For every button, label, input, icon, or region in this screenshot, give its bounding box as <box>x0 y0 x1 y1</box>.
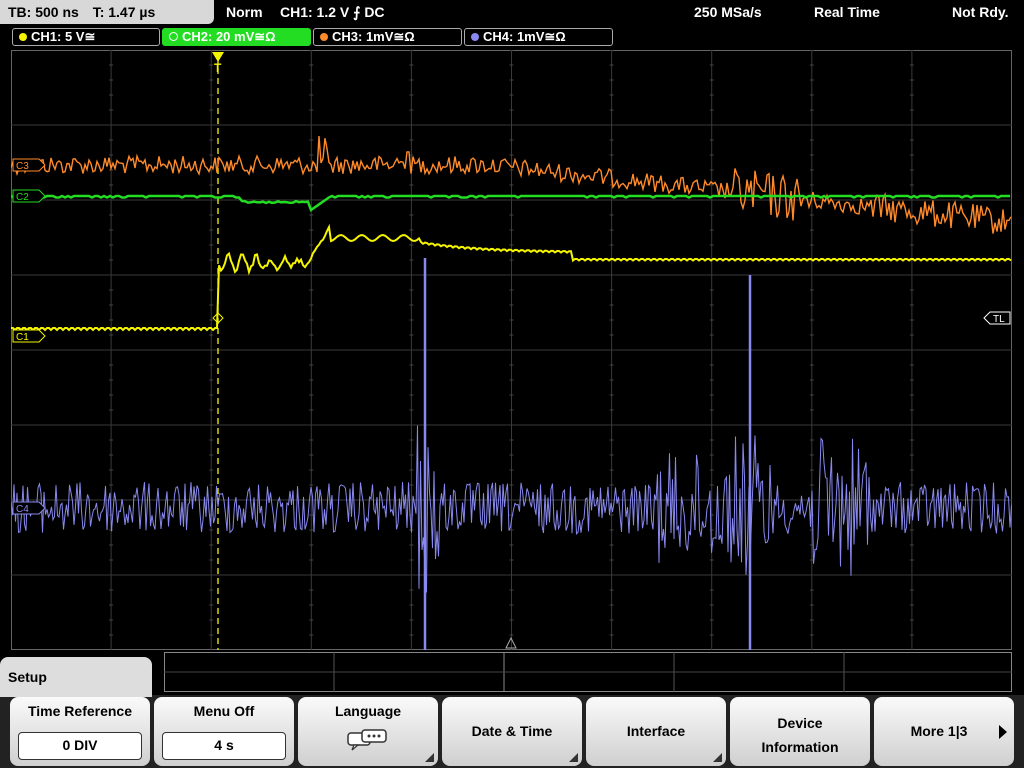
speech-bubble-icon <box>347 729 387 751</box>
ch4-color-dot <box>471 33 479 41</box>
trigger-level-marker-tag: TL <box>983 311 1011 325</box>
timebase-readout: TB: 500 ns <box>8 4 79 20</box>
interface-button[interactable]: Interface <box>586 697 726 766</box>
submenu-indicator-icon <box>569 753 578 762</box>
more-label: More 1|3 <box>910 723 968 739</box>
device-information-label: Device Information <box>761 715 839 755</box>
status-bar: TB: 500 ns T: 1.47 µs Norm CH1: 1.2 V ⨍ … <box>0 0 1024 26</box>
menu-off-value: 4 s <box>162 732 286 760</box>
ch3-label: CH3: 1mV≅Ω <box>332 29 415 44</box>
ch2-color-dot <box>169 32 178 41</box>
time-reference-label: Time Reference <box>27 703 132 719</box>
trigger-time-readout: T: 1.47 µs <box>92 4 156 20</box>
ch1-marker-text: C1 <box>16 332 29 343</box>
waveform-display[interactable]: C3 C2 C1 C4 TL T <box>11 50 1012 650</box>
date-time-label: Date & Time <box>471 723 553 739</box>
timebase-box[interactable]: TB: 500 ns T: 1.47 µs <box>0 0 214 24</box>
trigger-level-marker-tag-text: TL <box>993 314 1005 325</box>
acquisition-mode: Real Time <box>814 4 880 20</box>
more-button[interactable]: More 1|3 <box>874 697 1014 766</box>
trigger-setting[interactable]: CH1: 1.2 V ⨍ DC <box>280 0 385 24</box>
waveform-canvas: C3 C2 C1 C4 TL T <box>11 50 1012 650</box>
ch2-marker: C2 <box>12 189 46 203</box>
arrow-right-icon <box>999 725 1007 739</box>
language-button[interactable]: Language <box>298 697 438 766</box>
ready-state: Not Rdy. <box>952 4 1009 20</box>
date-time-button[interactable]: Date & Time <box>442 697 582 766</box>
time-reference-button[interactable]: Time Reference 0 DIV <box>10 697 150 766</box>
ch4-label: CH4: 1mV≅Ω <box>483 29 566 44</box>
channel-tab-ch4[interactable]: CH4: 1mV≅Ω <box>464 28 613 46</box>
channel-tab-ch1[interactable]: CH1: 5 V≅ <box>12 28 160 46</box>
menu-off-button[interactable]: Menu Off 4 s <box>154 697 294 766</box>
channel-tab-ch3[interactable]: CH3: 1mV≅Ω <box>313 28 462 46</box>
submenu-indicator-icon <box>713 753 722 762</box>
grid <box>11 50 1012 650</box>
language-label: Language <box>334 703 402 719</box>
submenu-indicator-icon <box>425 753 434 762</box>
ch4-marker: C4 <box>12 501 46 515</box>
channel-tab-ch2[interactable]: CH2: 20 mV≅Ω <box>162 28 311 46</box>
trigger-mode[interactable]: Norm <box>226 0 263 24</box>
ch3-marker-text: C3 <box>16 161 29 172</box>
overview-grid <box>164 652 1012 692</box>
menu-title: Setup <box>0 657 152 697</box>
ch4-marker-text: C4 <box>16 504 29 515</box>
interface-label: Interface <box>626 723 686 739</box>
time-reference-value: 0 DIV <box>18 732 142 760</box>
ch1-marker: C1 <box>12 329 46 343</box>
ch3-color-dot <box>320 33 328 41</box>
ch2-label: CH2: 20 mV≅Ω <box>182 29 276 44</box>
ch1-label: CH1: 5 V≅ <box>31 29 96 44</box>
menu-off-label: Menu Off <box>193 703 255 719</box>
overview-strip <box>164 652 1012 692</box>
ch3-marker: C3 <box>12 158 46 172</box>
device-information-button[interactable]: Device Information <box>730 697 870 766</box>
ch2-marker-text: C2 <box>16 192 29 203</box>
ch1-color-dot <box>19 33 27 41</box>
sample-rate: 250 MSa/s <box>694 4 762 20</box>
trigger-label: T <box>214 61 222 75</box>
